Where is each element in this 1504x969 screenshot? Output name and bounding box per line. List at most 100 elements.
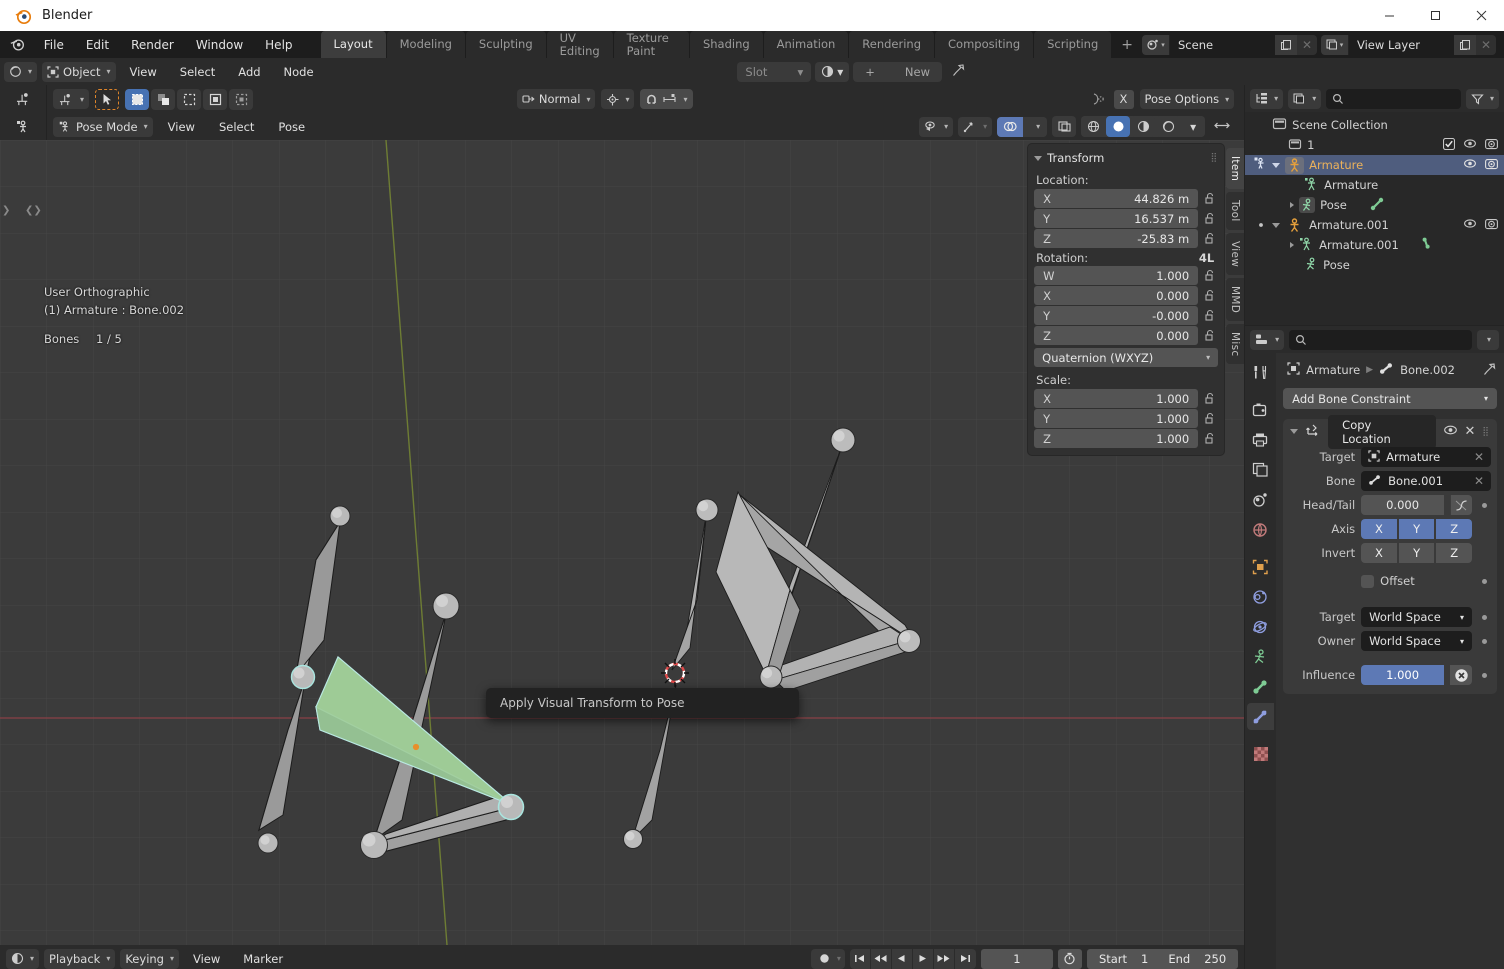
axis-x-button[interactable]: X: [1361, 519, 1397, 539]
headtail-value-field[interactable]: 0.000: [1361, 495, 1444, 515]
collapse-triangle-icon[interactable]: [1290, 429, 1299, 434]
new-view-layer-icon[interactable]: [1454, 34, 1476, 55]
select-extend-button[interactable]: [151, 88, 176, 110]
new-scene-icon[interactable]: [1275, 34, 1297, 55]
owner-space-animate-dot-icon[interactable]: [1482, 638, 1487, 644]
constraint-visibility-icon[interactable]: [1443, 424, 1458, 439]
properties-options-dropdown[interactable]: ▾: [1476, 329, 1499, 350]
scale-z-lock-icon[interactable]: [1202, 430, 1218, 448]
expand-triangle-icon[interactable]: [1272, 162, 1281, 168]
select-invert-button[interactable]: [203, 88, 228, 110]
outliner-row-armature-data[interactable]: Armature: [1245, 175, 1504, 195]
offset-checkbox[interactable]: [1361, 574, 1375, 588]
minimize-button[interactable]: [1366, 0, 1412, 31]
invert-x-button[interactable]: X: [1361, 543, 1397, 563]
close-button[interactable]: [1458, 0, 1504, 31]
outliner-tree[interactable]: Scene Collection 1 Armature Armature Pos…: [1245, 112, 1504, 325]
eye-icon[interactable]: [1463, 218, 1477, 232]
auto-keying-toggle[interactable]: ▾: [810, 948, 845, 969]
rendered-shading-button[interactable]: [1156, 116, 1181, 137]
viewport-menu-view[interactable]: View: [159, 118, 204, 136]
add-workspace-button[interactable]: +: [1112, 33, 1142, 57]
outliner-row-pose-001[interactable]: Pose: [1245, 255, 1504, 275]
properties-editor-type[interactable]: ▾: [1250, 329, 1285, 350]
invert-y-button[interactable]: Y: [1398, 543, 1435, 563]
viewport-menu-pose[interactable]: Pose: [269, 118, 314, 136]
new-material-button[interactable]: + New: [853, 61, 942, 82]
frame-range-fields[interactable]: Start 1 End 250: [1086, 948, 1239, 969]
expand-triangle-icon[interactable]: [1272, 222, 1281, 228]
rotation-x-lock-icon[interactable]: [1202, 287, 1218, 305]
expand-triangle-icon[interactable]: [1290, 202, 1295, 208]
menu-file[interactable]: File: [33, 35, 75, 55]
invert-z-button[interactable]: Z: [1436, 543, 1472, 563]
scale-y-row[interactable]: Y 1.000: [1028, 409, 1224, 428]
outliner-display-mode[interactable]: ▾: [1288, 88, 1322, 109]
material-browse-button[interactable]: ▾: [815, 61, 850, 82]
keying-menu[interactable]: Keying ▾: [120, 948, 179, 969]
select-intersect-button[interactable]: [229, 88, 254, 110]
camera-icon[interactable]: [1485, 138, 1498, 153]
tab-scripting[interactable]: Scripting: [1034, 31, 1112, 58]
pose-mode-side-icon[interactable]: [6, 119, 40, 135]
tab-modeling[interactable]: Modeling: [386, 31, 465, 58]
menu-render[interactable]: Render: [120, 35, 185, 55]
rotation-mode-selector[interactable]: Quaternion (WXYZ) ▾: [1034, 348, 1219, 367]
target-space-animate-dot-icon[interactable]: [1482, 614, 1487, 620]
scale-x-row[interactable]: X 1.000: [1028, 389, 1224, 408]
breadcrumb-object[interactable]: Armature: [1306, 363, 1360, 377]
row2-menu-node[interactable]: Node: [275, 63, 323, 81]
tab-object-data-properties[interactable]: [1247, 643, 1274, 670]
mode-selector[interactable]: Pose Mode ▾: [53, 116, 153, 137]
editor-type-dropdown[interactable]: ▾: [53, 89, 90, 109]
tab-world-properties[interactable]: [1247, 516, 1274, 543]
bone-value-field[interactable]: Bone.001 ✕: [1361, 471, 1491, 491]
timeline-editor-type[interactable]: ▾: [6, 948, 40, 969]
editor-type-icon-small[interactable]: [6, 92, 40, 106]
influence-slider[interactable]: 1.000: [1361, 665, 1444, 685]
current-frame-field[interactable]: 1: [980, 948, 1053, 969]
scene-selector[interactable]: ▾ Scene ✕: [1142, 34, 1317, 55]
owner-space-selector[interactable]: World Space ▾: [1361, 631, 1472, 651]
outliner-editor-type[interactable]: ▾: [1250, 88, 1284, 109]
play-reverse-button[interactable]: [892, 948, 913, 969]
rotation-z-lock-icon[interactable]: [1202, 327, 1218, 345]
outliner-filter-button[interactable]: ▾: [1465, 88, 1499, 109]
menu-window[interactable]: Window: [185, 35, 254, 55]
object-mode-selector[interactable]: Object ▾: [42, 61, 116, 82]
location-z-lock-icon[interactable]: [1202, 230, 1218, 248]
viewport-menu-select[interactable]: Select: [210, 118, 263, 136]
collapse-triangle-icon[interactable]: [1034, 155, 1043, 161]
overlays-toggle[interactable]: [997, 116, 1024, 137]
select-subtract-button[interactable]: [177, 88, 202, 110]
tab-view-layer-properties[interactable]: [1247, 456, 1274, 483]
target-value-field[interactable]: Armature ✕: [1361, 447, 1491, 467]
prev-keyframe-button[interactable]: [871, 948, 892, 969]
properties-search-input[interactable]: [1289, 329, 1472, 350]
material-preview-button[interactable]: [1131, 116, 1156, 137]
sidebar-tab-misc[interactable]: Misc: [1226, 323, 1245, 365]
gizmo-dropdown[interactable]: ▾: [958, 116, 993, 137]
editor-type-selector[interactable]: ▾: [4, 61, 38, 82]
tab-sculpting[interactable]: Sculpting: [465, 31, 546, 58]
overlays-chevron-icon[interactable]: ▾: [1027, 116, 1048, 137]
3d-viewport[interactable]: User Orthographic (1) Armature : Bone.00…: [0, 140, 1245, 945]
scale-z-row[interactable]: Z 1.000: [1028, 429, 1224, 448]
axis-y-button[interactable]: Y: [1398, 519, 1435, 539]
pin-icon[interactable]: [946, 63, 972, 80]
rotation-x-row[interactable]: X 0.000: [1028, 286, 1224, 305]
toolbar-expand-icon[interactable]: ❯: [2, 205, 10, 216]
row2-menu-add[interactable]: Add: [229, 63, 269, 81]
tab-compositing[interactable]: Compositing: [935, 31, 1034, 58]
unlink-scene-icon[interactable]: ✕: [1297, 34, 1317, 55]
proportional-edit-icon[interactable]: [1091, 92, 1106, 106]
tab-object-properties[interactable]: [1247, 553, 1274, 580]
rotation-w-lock-icon[interactable]: [1202, 267, 1218, 285]
cursor-tool-button[interactable]: [95, 88, 120, 110]
tab-rendering[interactable]: Rendering: [849, 31, 935, 58]
scale-x-lock-icon[interactable]: [1202, 390, 1218, 408]
tab-scene-properties[interactable]: [1247, 486, 1274, 513]
play-button[interactable]: [913, 948, 934, 969]
constraint-grip-icon[interactable]: ⣿: [1482, 427, 1490, 437]
rotation-y-row[interactable]: Y -0.000: [1028, 306, 1224, 325]
